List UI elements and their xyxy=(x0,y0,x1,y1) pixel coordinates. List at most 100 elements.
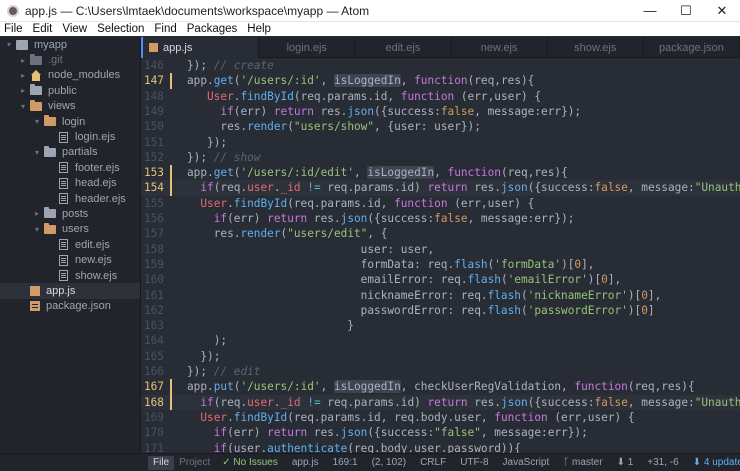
line-ending[interactable]: CRLF xyxy=(413,457,453,468)
code-line[interactable]: 159 formData: req.flash('formData')[0], xyxy=(141,257,740,272)
tree-item[interactable]: login.ejs xyxy=(0,129,140,144)
tree-item[interactable]: ▸ node_modules xyxy=(0,68,140,83)
code-line[interactable]: 158 user: user, xyxy=(141,242,740,257)
chevron-right-icon[interactable]: ▸ xyxy=(18,86,28,95)
code-line[interactable]: 155 User.findById(req.params.id, functio… xyxy=(141,196,740,211)
code-text: } xyxy=(187,318,354,333)
tree-item[interactable]: header.ejs xyxy=(0,191,140,206)
tree-item[interactable]: package.json xyxy=(0,299,140,314)
code-line[interactable]: 162 passwordError: req.flash('passwordEr… xyxy=(141,303,740,318)
tree-item[interactable]: footer.ejs xyxy=(0,160,140,175)
code-text: res.render("users/edit", { xyxy=(187,226,388,241)
git-folder-icon xyxy=(30,53,42,65)
code-line[interactable]: 160 emailError: req.flash('emailError')[… xyxy=(141,272,740,287)
code-line[interactable]: 150 res.render("users/show", {user: user… xyxy=(141,119,740,134)
tab-app-js[interactable]: app.js xyxy=(141,37,260,58)
tree-item[interactable]: app.js xyxy=(0,283,140,299)
maximize-button[interactable]: ☐ xyxy=(668,0,704,22)
tab-edit-ejs[interactable]: edit.ejs xyxy=(355,37,452,58)
package-updates[interactable]: ⬇ 4 updates xyxy=(686,457,740,468)
code-line[interactable]: 169 User.findById(req.params.id, req.bod… xyxy=(141,410,740,425)
chevron-right-icon[interactable]: ▸ xyxy=(32,209,42,218)
code-line[interactable]: 153 app.get('/users/:id/edit', isLoggedIn… xyxy=(141,165,740,181)
tree-item[interactable]: ▾ myapp xyxy=(0,37,140,52)
tree-item[interactable]: ▸ .git xyxy=(0,52,140,67)
code-line[interactable]: 163 } xyxy=(141,318,740,333)
code-token: // create xyxy=(207,59,274,72)
menu-selection[interactable]: Selection xyxy=(92,22,149,36)
cursor-position[interactable]: 169:1 xyxy=(326,457,365,468)
code-line[interactable]: 148 User.findById(req.params.id, functio… xyxy=(141,89,740,104)
code-token: ], xyxy=(581,257,595,271)
chevron-right-icon[interactable]: ▸ xyxy=(18,71,28,80)
tree-item[interactable]: head.ejs xyxy=(0,176,140,191)
code-line[interactable]: 152}); // show xyxy=(141,150,740,165)
minimize-button[interactable]: — xyxy=(632,0,668,22)
chevron-down-icon[interactable]: ▾ xyxy=(18,102,28,111)
tree-item[interactable]: edit.ejs xyxy=(0,237,140,252)
code-token: _id xyxy=(280,181,301,195)
line-number: 158 xyxy=(143,242,164,256)
code-line[interactable]: 166}); // edit xyxy=(141,364,740,379)
code-line[interactable]: 149 if(err) return res.json({success:fal… xyxy=(141,104,740,119)
code-line[interactable]: 161 nicknameError: req.flash('nicknameEr… xyxy=(141,288,740,303)
tree-item[interactable]: show.ejs xyxy=(0,268,140,283)
code-line[interactable]: 168 if(req.user._id != req.params.id) re… xyxy=(141,394,740,410)
code-editor[interactable]: 146}); // create 147 app.get('/users/:id',… xyxy=(141,58,740,453)
code-line[interactable]: 170 if(err) return res.json({success:"fa… xyxy=(141,425,740,440)
tab-show-ejs[interactable]: show.ejs xyxy=(548,37,644,58)
tree-item[interactable]: new.ejs xyxy=(0,252,140,267)
chevron-down-icon[interactable]: ▾ xyxy=(32,148,42,157)
chevron-down-icon[interactable]: ▾ xyxy=(32,117,42,126)
code-token: 0 xyxy=(641,288,648,302)
code-line[interactable]: 147 app.get('/users/:id', isLoggedIn, fun… xyxy=(141,73,740,89)
code-line[interactable]: 165 }); xyxy=(141,349,740,364)
tree-item[interactable]: ▸ posts xyxy=(0,206,140,221)
code-line[interactable]: 151 }); xyxy=(141,135,740,150)
linter-status[interactable]: ✓ No Issues xyxy=(215,457,285,468)
code-line[interactable]: 164 ); xyxy=(141,333,740,348)
grammar-selector[interactable]: JavaScript xyxy=(496,457,557,468)
menu-help[interactable]: Help xyxy=(242,22,276,36)
tab-new-ejs[interactable]: new.ejs xyxy=(452,37,548,58)
code-token: res. xyxy=(307,426,341,440)
chevron-down-icon[interactable]: ▾ xyxy=(4,40,14,49)
tree-item[interactable]: ▾ users xyxy=(0,222,140,237)
project-issues-tab[interactable]: Project 0 xyxy=(174,456,215,471)
code-text: user: user, xyxy=(187,242,434,257)
code-token: res. xyxy=(187,120,248,134)
tree-item[interactable]: ▾ partials xyxy=(0,145,140,160)
tree-item[interactable]: ▸ public xyxy=(0,83,140,98)
tree-item-label: .git xyxy=(48,54,63,67)
close-button[interactable]: ✕ xyxy=(704,0,740,22)
code-line[interactable]: 171 if(user.authenticate(req.body.user.p… xyxy=(141,441,740,454)
code-line[interactable]: 157 res.render("users/edit", { xyxy=(141,226,740,241)
chevron-right-icon[interactable]: ▸ xyxy=(18,56,28,65)
menu-file[interactable]: File xyxy=(0,22,28,36)
menu-packages[interactable]: Packages xyxy=(182,22,243,36)
menu-edit[interactable]: Edit xyxy=(28,22,58,36)
chevron-down-icon[interactable]: ▾ xyxy=(32,225,42,234)
tree-item[interactable]: ▾ login xyxy=(0,114,140,129)
code-text: emailError: req.flash('emailError')[0], xyxy=(187,272,622,287)
code-line[interactable]: 146}); // create xyxy=(141,58,740,73)
tree-item[interactable]: ▾ views xyxy=(0,99,140,114)
code-token: flash xyxy=(487,303,521,317)
code-token: , xyxy=(354,166,368,180)
git-branch[interactable]: ᚴ master xyxy=(556,457,609,468)
menu-view[interactable]: View xyxy=(57,22,92,36)
tab-package-json[interactable]: package.json xyxy=(644,37,740,58)
code-line[interactable]: 167 app.put('/users/:id', isLoggedIn, che… xyxy=(141,379,740,395)
code-token: ( xyxy=(520,303,528,317)
code-text: User.findById(req.params.id, req.body.us… xyxy=(187,410,634,425)
line-number: 170 xyxy=(143,426,164,440)
menu-find[interactable]: Find xyxy=(149,22,181,36)
code-line[interactable]: 154 if(req.user._id != req.params.id) re… xyxy=(141,180,740,196)
code-line[interactable]: 156 if(err) return res.json({success:fal… xyxy=(141,211,740,226)
node-modules-icon xyxy=(30,69,42,81)
tab-login-ejs[interactable]: login.ejs xyxy=(259,37,356,58)
file-encoding[interactable]: UTF-8 xyxy=(453,457,495,468)
file-issues-tab[interactable]: File 0 xyxy=(148,455,175,471)
